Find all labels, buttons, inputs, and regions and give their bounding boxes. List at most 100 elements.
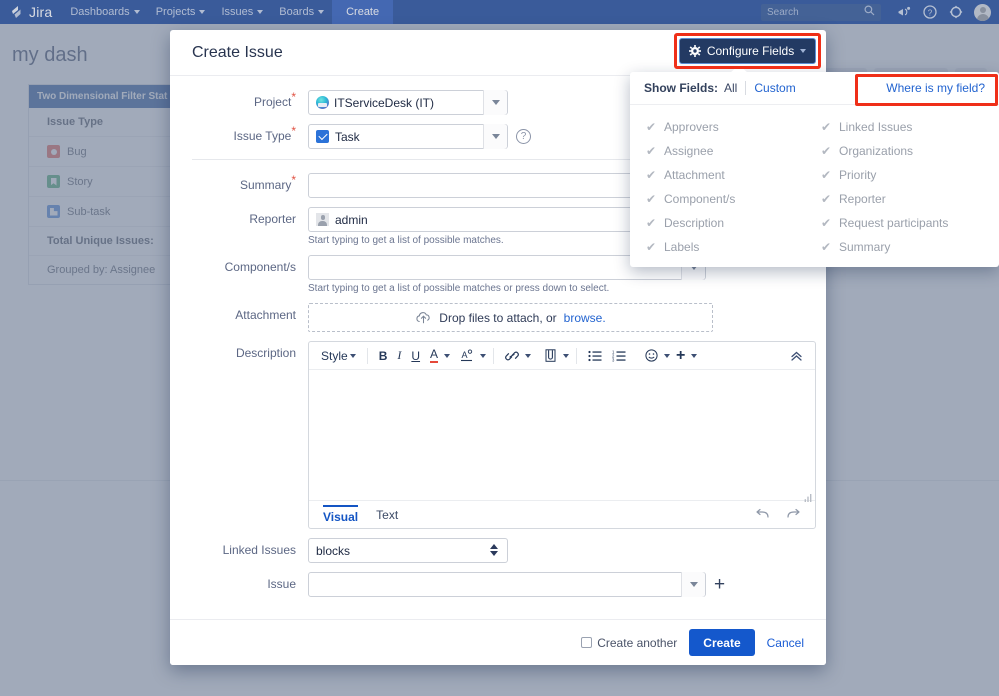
modal-overlay-top [0,0,999,24]
attachment-browse-link[interactable]: browse. [564,311,606,325]
italic-button[interactable]: I [393,346,405,366]
field-row-attachment: Attachment Drop files to attach, or brow… [170,303,826,332]
required-marker: * [291,90,296,104]
field-toggle-priority[interactable]: ✔ Priority [821,163,985,187]
header-divider [745,81,747,95]
undo-button[interactable] [755,508,770,522]
panel-pointer [730,65,748,73]
chevron-down-icon [563,353,570,358]
issue-label: Issue [267,577,296,591]
bold-button[interactable]: B [375,346,392,366]
svg-text:A: A [462,350,468,360]
tab-visual[interactable]: Visual [323,504,359,524]
text-color-button[interactable]: A [426,346,442,366]
toolbar-divider [493,347,495,364]
field-toggle-approvers[interactable]: ✔ Approvers [646,115,821,139]
link-button[interactable] [501,346,523,366]
create-another-wrapper[interactable]: Create another [581,636,677,650]
text-highlight-button[interactable]: A [457,346,478,366]
description-textarea[interactable] [309,370,815,502]
cancel-button[interactable]: Cancel [767,636,804,650]
field-label: Attachment [664,168,725,182]
issue-control: + [308,572,804,597]
chevron-down-icon [444,353,451,358]
field-label: Reporter [839,192,886,206]
attachment-dropzone[interactable]: Drop files to attach, or browse. [308,303,713,332]
field-row-issue: Issue + [170,572,826,597]
where-is-my-field-link[interactable]: Where is my field? [886,81,985,95]
check-icon: ✔ [646,120,657,134]
attach-button[interactable] [540,346,561,366]
check-icon: ✔ [821,144,832,158]
svg-text:3: 3 [612,357,615,361]
style-dropdown[interactable]: Style [317,346,360,366]
more-options-button[interactable]: + [672,346,689,366]
project-avatar-icon [316,96,329,109]
field-toggle-attachment[interactable]: ✔ Attachment [646,163,821,187]
add-linked-issue-button[interactable]: + [714,575,725,594]
tab-text[interactable]: Text [376,507,398,522]
field-label: Summary [839,240,891,254]
underline-button[interactable]: U [407,346,424,366]
check-icon: ✔ [821,192,832,206]
resize-handle[interactable] [804,489,812,502]
field-toggle-components[interactable]: ✔ Component/s [646,187,821,211]
field-toggle-request-participants[interactable]: ✔ Request participants [821,211,985,235]
show-fields-label: Show Fields: [644,81,719,95]
gear-icon [688,45,701,57]
issue-input[interactable] [308,572,706,597]
field-row-linked-issues: Linked Issues blocks [170,538,826,563]
issue-type-help-icon[interactable]: ? [516,129,531,144]
check-icon: ✔ [821,120,832,134]
field-toggle-labels[interactable]: ✔ Labels [646,235,821,259]
redo-button[interactable] [786,508,801,522]
create-another-label: Create another [597,635,678,650]
collapse-toolbar-button[interactable] [786,346,807,366]
chevron-down-icon [525,353,532,358]
numbered-list-button[interactable]: 1 2 3 [608,346,630,366]
field-toggle-summary[interactable]: ✔ Summary [821,235,985,259]
issue-type-dropdown-arrow[interactable] [483,124,507,149]
project-dropdown-arrow[interactable] [483,90,507,115]
linked-issues-label: Linked Issues [222,543,296,557]
check-icon: ✔ [821,168,832,182]
check-icon: ✔ [821,240,832,254]
field-toggle-organizations[interactable]: ✔ Organizations [821,139,985,163]
link-icon [505,351,519,360]
text-color-icon: A [430,347,439,363]
numbered-list-icon: 1 2 3 [612,350,626,362]
linked-issues-select[interactable]: blocks [308,538,508,563]
project-label: Project* [192,90,308,109]
create-another-checkbox[interactable] [581,637,593,648]
toolbar-divider [576,347,578,364]
description-control: Style B I U A A 1 2 3 + Visual Text [308,341,816,529]
cloud-upload-icon [415,311,432,324]
create-button[interactable]: Create [689,629,755,656]
project-select[interactable]: ITServiceDesk (IT) [308,90,508,115]
chevron-down-icon [800,49,807,53]
field-label: Priority [839,168,877,182]
field-toggle-reporter[interactable]: ✔ Reporter [821,187,985,211]
highlight-icon: A [461,348,473,361]
configure-fields-label: Configure Fields [706,44,795,58]
field-label: Labels [664,240,700,254]
field-toggle-linked-issues[interactable]: ✔ Linked Issues [821,115,985,139]
show-fields-all-option[interactable]: All [724,81,737,95]
bullet-list-button[interactable] [584,346,606,366]
label-text: Issue Type [233,129,292,143]
field-toggle-description[interactable]: ✔ Description [646,211,821,235]
editor-tabs: Visual Text [309,500,815,528]
field-label: Description [664,216,725,230]
field-toggle-assignee[interactable]: ✔ Assignee [646,139,821,163]
bullet-list-icon [588,350,602,361]
linked-issues-value: blocks [316,543,351,558]
attachment-label: Attachment [235,308,296,322]
reporter-label: Reporter [249,212,296,226]
show-fields-custom-option[interactable]: Custom [754,81,795,95]
field-label: Assignee [664,144,714,158]
configure-fields-button[interactable]: Configure Fields [679,38,816,64]
user-avatar-icon [316,213,329,226]
issue-dropdown-arrow[interactable] [681,572,705,597]
emoji-button[interactable] [641,346,662,366]
issue-type-select[interactable]: Task [308,124,508,149]
